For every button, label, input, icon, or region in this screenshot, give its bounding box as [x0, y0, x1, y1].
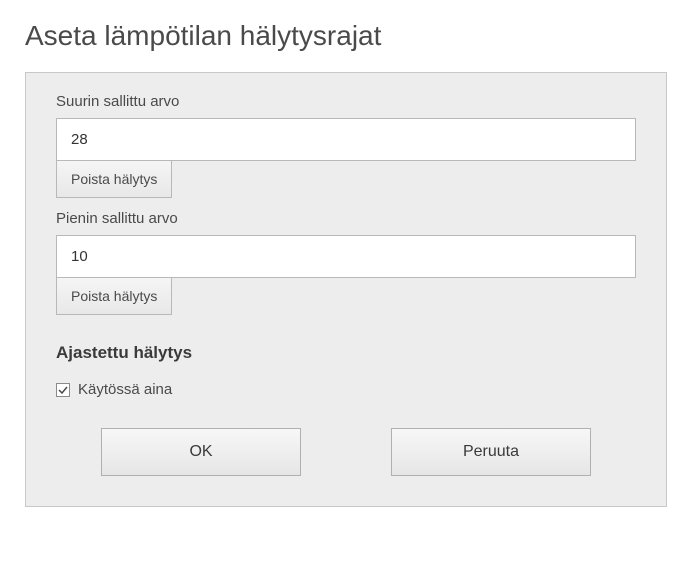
- cancel-button[interactable]: Peruuta: [391, 428, 591, 476]
- always-enabled-checkbox[interactable]: [56, 383, 70, 397]
- checkmark-icon: [58, 385, 68, 395]
- min-value-input[interactable]: [56, 235, 636, 278]
- remove-max-alarm-button[interactable]: Poista hälytys: [56, 161, 172, 198]
- max-value-input[interactable]: [56, 118, 636, 161]
- always-enabled-row: Käytössä aina: [56, 381, 636, 398]
- min-value-label: Pienin sallittu arvo: [56, 210, 636, 227]
- max-value-label: Suurin sallittu arvo: [56, 93, 636, 110]
- max-value-group: Suurin sallittu arvo Poista hälytys: [56, 93, 636, 198]
- dialog-button-row: OK Peruuta: [56, 428, 636, 476]
- dialog-panel: Suurin sallittu arvo Poista hälytys Pien…: [25, 72, 667, 507]
- ok-button[interactable]: OK: [101, 428, 301, 476]
- page-title: Aseta lämpötilan hälytysrajat: [25, 20, 667, 52]
- scheduled-alarm-heading: Ajastettu hälytys: [56, 343, 636, 363]
- min-value-group: Pienin sallittu arvo Poista hälytys: [56, 210, 636, 315]
- remove-min-alarm-button[interactable]: Poista hälytys: [56, 278, 172, 315]
- always-enabled-label: Käytössä aina: [78, 381, 172, 398]
